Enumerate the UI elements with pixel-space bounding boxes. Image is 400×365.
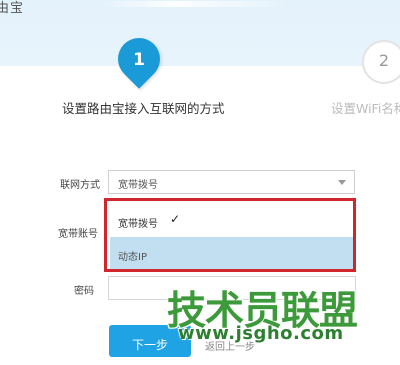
step-1-number: 1 [133, 50, 145, 70]
step-1-label: 设置路由宝接入互联网的方式 [62, 101, 225, 116]
chevron-down-icon [338, 180, 346, 185]
connection-type-select[interactable]: 宽带拨号 [108, 170, 355, 194]
header-title: 由宝 [0, 1, 25, 16]
checkmark-icon: ✓ [170, 212, 181, 226]
watermark-url: www.jsgho.com [178, 323, 344, 344]
dropdown-option-label: 动态IP [118, 252, 147, 263]
step-2-number: 2 [378, 51, 390, 70]
dropdown-option-label: 宽带拨号 [118, 219, 158, 230]
connection-type-dropdown: 宽带拨号 ✓ 动态IP [110, 201, 354, 271]
password-label: 密码 [74, 286, 94, 297]
dropdown-option-pppoe[interactable]: 宽带拨号 ✓ [110, 204, 354, 236]
broadband-account-label: 宽带账号 [58, 229, 98, 240]
dropdown-option-dynamic-ip[interactable]: 动态IP [110, 237, 354, 269]
connection-type-value: 宽带拨号 [118, 180, 158, 191]
step-2-label: 设置WiFi名称 [331, 101, 400, 116]
header-banner: 由宝 [0, 0, 400, 66]
connection-type-label: 联网方式 [60, 180, 100, 191]
header-decoration [100, 1, 290, 7]
